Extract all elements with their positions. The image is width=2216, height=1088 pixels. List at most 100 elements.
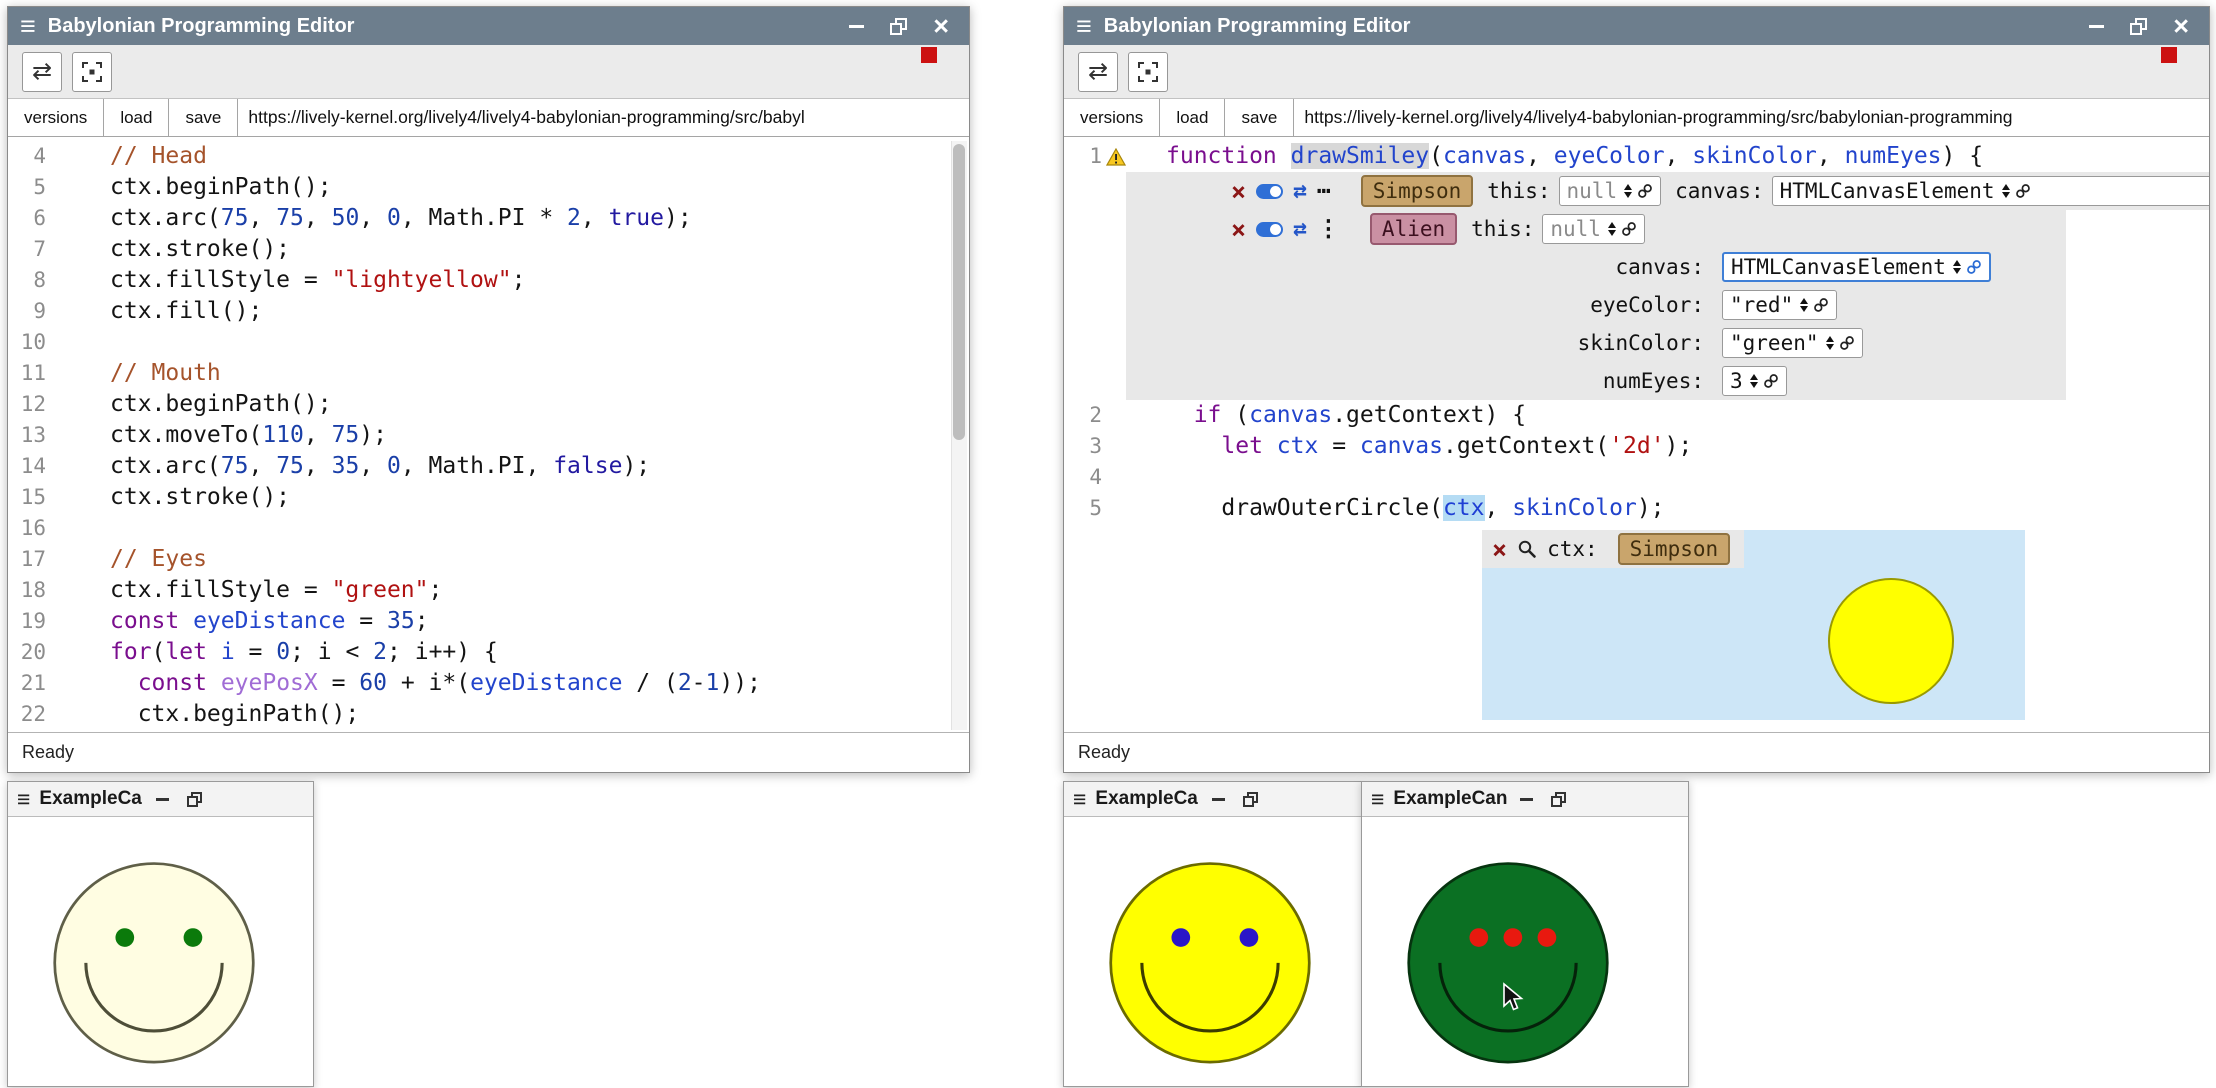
value-stepper-icon[interactable] (1750, 374, 1758, 388)
probe-link-icon[interactable] (1621, 221, 1637, 237)
probe-value-box[interactable]: null (1542, 214, 1645, 244)
code-text[interactable]: ctx.beginPath(); (70, 389, 332, 420)
probe-value-box[interactable]: "green" (1722, 328, 1863, 358)
maximize-icon[interactable] (890, 18, 907, 35)
code-text[interactable]: // Eyes (70, 544, 207, 575)
code-line[interactable]: 4 (1064, 462, 2209, 493)
swap-arrows-icon[interactable]: ⇄ (1293, 218, 1307, 241)
code-line[interactable]: 17// Eyes (8, 544, 969, 575)
window-menu-icon[interactable]: ≡ (1371, 788, 1384, 811)
titlebar[interactable]: ≡ ExampleCanvas (1064, 782, 1361, 817)
code-text[interactable]: ctx.beginPath(); (70, 699, 359, 730)
window-menu-icon[interactable]: ≡ (1073, 788, 1086, 811)
code-text[interactable]: function drawSmiley(canvas, eyeColor, sk… (1126, 141, 1983, 172)
probe-link-icon[interactable] (2015, 183, 2031, 199)
code-text[interactable]: const eyeDistance = 35; (70, 606, 429, 637)
probe-close-icon[interactable]: × (1492, 537, 1507, 562)
code-line[interactable]: 16 (8, 513, 969, 544)
code-text[interactable]: ctx.beginPath(); (70, 172, 332, 203)
titlebar[interactable]: ≡ Babylonian Programming Editor × (8, 7, 969, 45)
code-text[interactable]: ctx.fillStyle = "green"; (70, 575, 442, 606)
code-line[interactable]: 4// Head (8, 141, 969, 172)
window-menu-icon[interactable]: ≡ (20, 13, 36, 40)
vertical-scrollbar[interactable] (951, 141, 967, 730)
code-line[interactable]: 3 let ctx = canvas.getContext('2d'); (1064, 431, 2209, 462)
close-icon[interactable]: × (933, 13, 949, 40)
code-text[interactable]: ctx.fill(); (70, 296, 262, 327)
versions-tab[interactable]: versions (8, 99, 104, 136)
value-stepper-icon[interactable] (1826, 336, 1834, 350)
probe-close-icon[interactable]: × (1231, 217, 1246, 242)
code-text[interactable]: ctx.stroke(); (70, 234, 290, 265)
titlebar[interactable]: ≡ Babylonian Programming Editor × (1064, 7, 2209, 45)
probe-link-icon[interactable] (1839, 335, 1855, 351)
code-line[interactable]: 5ctx.beginPath(); (8, 172, 969, 203)
maximize-icon[interactable] (2130, 18, 2147, 35)
code-text[interactable] (70, 513, 110, 544)
code-line[interactable]: 12ctx.beginPath(); (8, 389, 969, 420)
probe-menu-icon[interactable]: ⋯ (1317, 180, 1331, 203)
example-canvas[interactable] (1064, 817, 1361, 1086)
code-text[interactable]: let ctx = canvas.getContext('2d'); (1126, 431, 1692, 462)
code-text[interactable]: // Mouth (70, 358, 221, 389)
code-text[interactable]: if (canvas.getContext) { (1126, 400, 1526, 431)
url-field[interactable]: https://lively-kernel.org/lively4/lively… (1294, 99, 2209, 136)
code-line[interactable]: 21 const eyePosX = 60 + i*(eyeDistance /… (8, 668, 969, 699)
probe-example-badge[interactable]: Simpson (1618, 533, 1731, 565)
probe-link-icon[interactable] (1763, 373, 1779, 389)
probe-value-box[interactable]: "red" (1722, 290, 1837, 320)
example-canvas[interactable] (8, 817, 313, 1086)
probe-menu-icon[interactable]: ⋮ (1317, 218, 1340, 241)
warning-icon[interactable] (1106, 148, 1126, 166)
probe-value-box[interactable]: null (1559, 176, 1662, 206)
probe-close-icon[interactable]: × (1231, 179, 1246, 204)
code-line[interactable]: 22 ctx.beginPath(); (8, 699, 969, 730)
probe-toggle[interactable] (1256, 222, 1283, 237)
minimize-icon[interactable] (2089, 25, 2104, 28)
versions-tab[interactable]: versions (1064, 99, 1160, 136)
code-text[interactable]: // Head (70, 141, 207, 172)
value-stepper-icon[interactable] (2002, 184, 2010, 198)
frame-tool-button[interactable] (72, 52, 112, 92)
code-line[interactable]: 19const eyeDistance = 35; (8, 606, 969, 637)
maximize-icon[interactable] (1243, 792, 1258, 807)
probe-link-icon[interactable] (1813, 297, 1829, 313)
code-text[interactable] (1126, 462, 1166, 493)
frame-tool-button[interactable] (1128, 52, 1168, 92)
code-text[interactable]: const eyePosX = 60 + i*(eyeDistance / (2… (70, 668, 761, 699)
swap-tool-button[interactable]: ⇄ (22, 52, 62, 92)
magnifier-icon[interactable] (1517, 539, 1537, 559)
code-text[interactable]: ctx.fillStyle = "lightyellow"; (70, 265, 525, 296)
code-text[interactable]: ctx.moveTo(110, 75); (70, 420, 387, 451)
window-menu-icon[interactable]: ≡ (1076, 13, 1092, 40)
swap-arrows-icon[interactable]: ⇄ (1293, 180, 1307, 203)
code-text[interactable]: ctx.stroke(); (70, 482, 290, 513)
code-text[interactable]: ctx.arc(75, 75, 50, 0, Math.PI * 2, true… (70, 203, 692, 234)
code-line[interactable]: 20for(let i = 0; i < 2; i++) { (8, 637, 969, 668)
minimize-icon[interactable] (1520, 798, 1533, 801)
load-button[interactable]: load (104, 99, 169, 136)
value-stepper-icon[interactable] (1608, 222, 1616, 236)
code-line[interactable]: 8ctx.fillStyle = "lightyellow"; (8, 265, 969, 296)
scrollbar-thumb[interactable] (953, 144, 965, 440)
probe-link-icon[interactable] (1637, 183, 1653, 199)
load-button[interactable]: load (1160, 99, 1225, 136)
code-line[interactable]: 6ctx.arc(75, 75, 50, 0, Math.PI * 2, tru… (8, 203, 969, 234)
code-line[interactable]: 13ctx.moveTo(110, 75); (8, 420, 969, 451)
titlebar[interactable]: ≡ ExampleCanvas (8, 782, 313, 817)
titlebar[interactable]: ≡ ExampleCanvas (1362, 782, 1688, 817)
probe-value-box[interactable]: HTMLCanvasElement (1722, 252, 1991, 282)
example-canvas[interactable] (1362, 817, 1688, 1086)
code-editor[interactable]: 4// Head5ctx.beginPath();6ctx.arc(75, 75… (8, 137, 969, 732)
code-line[interactable]: 2 if (canvas.getContext) { (1064, 400, 2209, 431)
probe-value-box[interactable]: HTMLCanvasElement (1772, 176, 2209, 206)
value-stepper-icon[interactable] (1953, 260, 1961, 274)
url-field[interactable]: https://lively-kernel.org/lively4/lively… (238, 99, 969, 136)
code-line[interactable]: 9ctx.fill(); (8, 296, 969, 327)
code-line[interactable]: 10 (8, 327, 969, 358)
code-line[interactable]: 11// Mouth (8, 358, 969, 389)
code-line[interactable]: 15ctx.stroke(); (8, 482, 969, 513)
code-editor[interactable]: 1function drawSmiley(canvas, eyeColor, s… (1064, 137, 2209, 732)
code-line[interactable]: 18ctx.fillStyle = "green"; (8, 575, 969, 606)
code-line[interactable]: 14ctx.arc(75, 75, 35, 0, Math.PI, false)… (8, 451, 969, 482)
